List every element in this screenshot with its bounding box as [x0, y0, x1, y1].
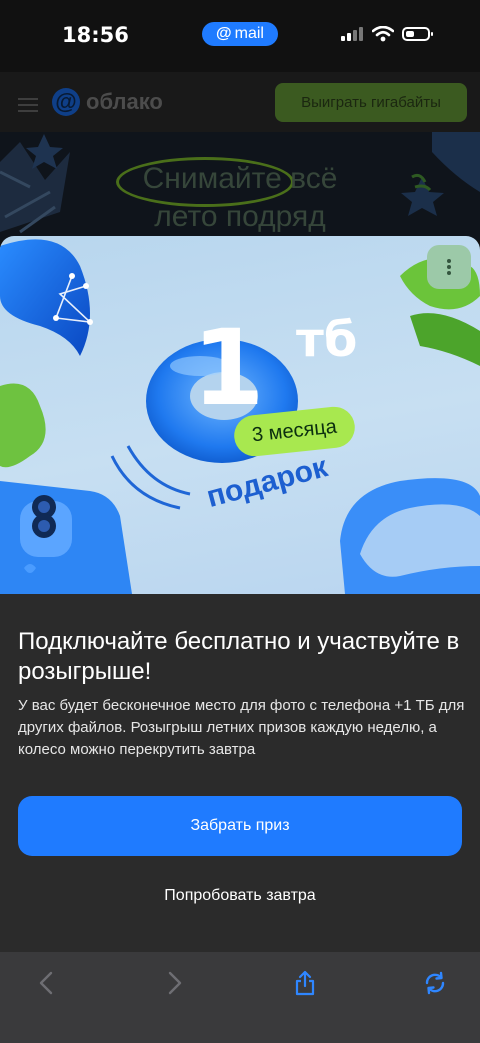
mail-pill-label: mail [234, 25, 264, 42]
promo-description: У вас будет бесконечное место для фото с… [18, 697, 465, 758]
try-tomorrow-button[interactable]: Попробовать завтра [18, 874, 462, 918]
forward-arrow-icon [168, 971, 182, 995]
share-icon [295, 970, 315, 996]
hero-line-1: Снимайте всё [142, 162, 338, 195]
back-arrow-icon [39, 971, 53, 995]
menu-icon[interactable] [18, 94, 38, 116]
forward-button[interactable] [158, 966, 192, 1000]
back-button[interactable] [29, 966, 63, 1000]
hero-title: Снимайте всё лето подряд [0, 160, 480, 236]
logo-text: облако [86, 89, 163, 114]
more-vertical-icon [447, 259, 451, 275]
status-bar: 18:56 @ mail [0, 0, 480, 72]
browser-toolbar [0, 952, 480, 1043]
mail-pill-symbol: @ [216, 25, 232, 42]
refresh-icon [425, 971, 445, 995]
promo-big-number: 1 [192, 307, 265, 429]
promo-unit: тб [296, 312, 358, 368]
win-gigabytes-button[interactable]: Выиграть гигабайты [275, 83, 467, 122]
wifi-icon [372, 26, 394, 42]
battery-icon [402, 27, 433, 41]
claim-prize-button[interactable]: Забрать приз [18, 796, 462, 856]
share-button[interactable] [288, 966, 322, 1000]
promo-banner-image: 1 тб 3 месяца подарок [0, 236, 480, 594]
logo-symbol: @ [52, 88, 80, 116]
status-time: 18:56 [62, 23, 129, 47]
cloud-logo[interactable]: @ облако [52, 88, 163, 116]
refresh-button[interactable] [418, 966, 452, 1000]
hero-line-2: лето подряд [154, 200, 326, 233]
promo-title: Подключайте бесплатно и участвуйте в роз… [18, 628, 460, 685]
more-options-button[interactable] [427, 245, 471, 289]
cellular-signal-icon [341, 27, 363, 41]
mail-pill[interactable]: @ mail [202, 22, 278, 46]
